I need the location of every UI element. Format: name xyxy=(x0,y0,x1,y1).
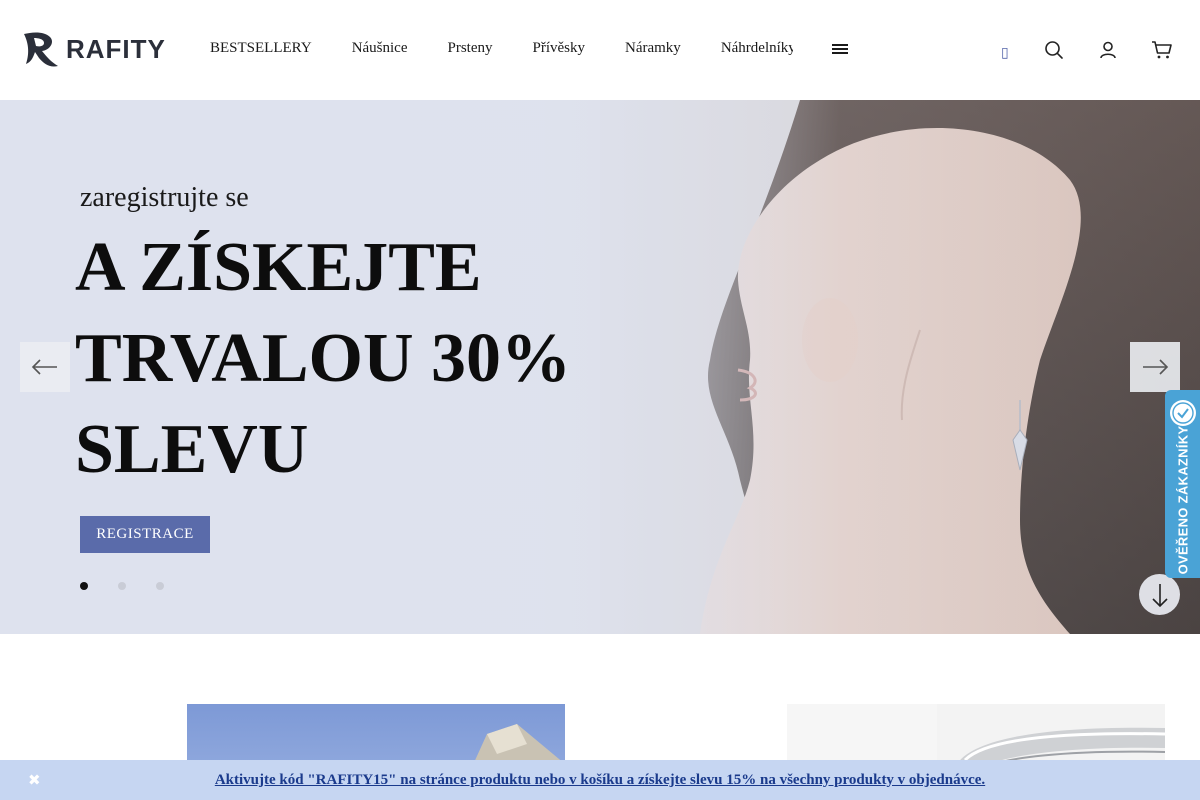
arrow-down-icon xyxy=(1151,583,1168,607)
main-nav: BESTSELLERY Náušnice Prsteny Přívěsky Ná… xyxy=(210,40,793,57)
slider-dot-2[interactable] xyxy=(118,582,126,590)
hero-title-line: TRVALOU 30% xyxy=(75,320,572,397)
slider-dots xyxy=(80,582,164,590)
hero-slider: zaregistrujte se A ZÍSKEJTE TRVALOU 30% … xyxy=(0,100,1200,634)
search-icon[interactable] xyxy=(1042,38,1066,62)
hero-title: A ZÍSKEJTE TRVALOU 30% SLEVU xyxy=(75,222,595,495)
menu-lines-icon[interactable] xyxy=(832,44,848,54)
hero-title-line: SLEVU xyxy=(75,411,309,488)
r-logo-icon xyxy=(24,32,58,67)
missing-glyph-icon: ▯ xyxy=(1001,44,1009,60)
arrow-right-icon xyxy=(1143,359,1169,375)
slider-next-button[interactable] xyxy=(1130,342,1180,392)
scroll-down-button[interactable] xyxy=(1139,574,1180,615)
nav-item-rings[interactable]: Prsteny xyxy=(448,40,493,57)
logo-text: RAFITY xyxy=(66,33,166,64)
promo-bar: ✖ Aktivujte kód "RAFITY15" na stránce pr… xyxy=(0,760,1200,800)
site-header: RAFITY BESTSELLERY Náušnice Prsteny Přív… xyxy=(0,0,1200,100)
promo-link[interactable]: Aktivujte kód "RAFITY15" na stránce prod… xyxy=(215,772,985,789)
header-actions xyxy=(1042,38,1174,62)
verified-seal-icon xyxy=(1170,400,1196,426)
user-icon[interactable] xyxy=(1096,38,1120,62)
close-icon[interactable]: ✖ xyxy=(28,771,41,789)
slider-dot-3[interactable] xyxy=(156,582,164,590)
logo[interactable]: RAFITY xyxy=(20,28,166,70)
hero-title-line: A ZÍSKEJTE xyxy=(75,229,482,306)
slider-prev-button[interactable] xyxy=(20,342,70,392)
hero-pretitle: zaregistrujte se xyxy=(80,182,249,213)
nav-item-pendants[interactable]: Přívěsky xyxy=(533,40,586,57)
nav-item-necklaces[interactable]: Náhrdelníky xyxy=(721,40,793,57)
nav-item-bracelets[interactable]: Náramky xyxy=(625,40,681,57)
nav-item-earrings[interactable]: Náušnice xyxy=(352,40,408,57)
verified-customers-badge[interactable]: OVĚŘENO ZÁKAZNÍKY xyxy=(1165,390,1200,578)
arrow-left-icon xyxy=(31,359,57,375)
cart-icon[interactable] xyxy=(1150,38,1174,62)
verified-badge-label: OVĚŘENO ZÁKAZNÍKY xyxy=(1175,425,1191,575)
register-button[interactable]: REGISTRACE xyxy=(80,516,210,553)
slider-dot-1[interactable] xyxy=(80,582,88,590)
nav-item-bestsellers[interactable]: BESTSELLERY xyxy=(210,40,312,57)
